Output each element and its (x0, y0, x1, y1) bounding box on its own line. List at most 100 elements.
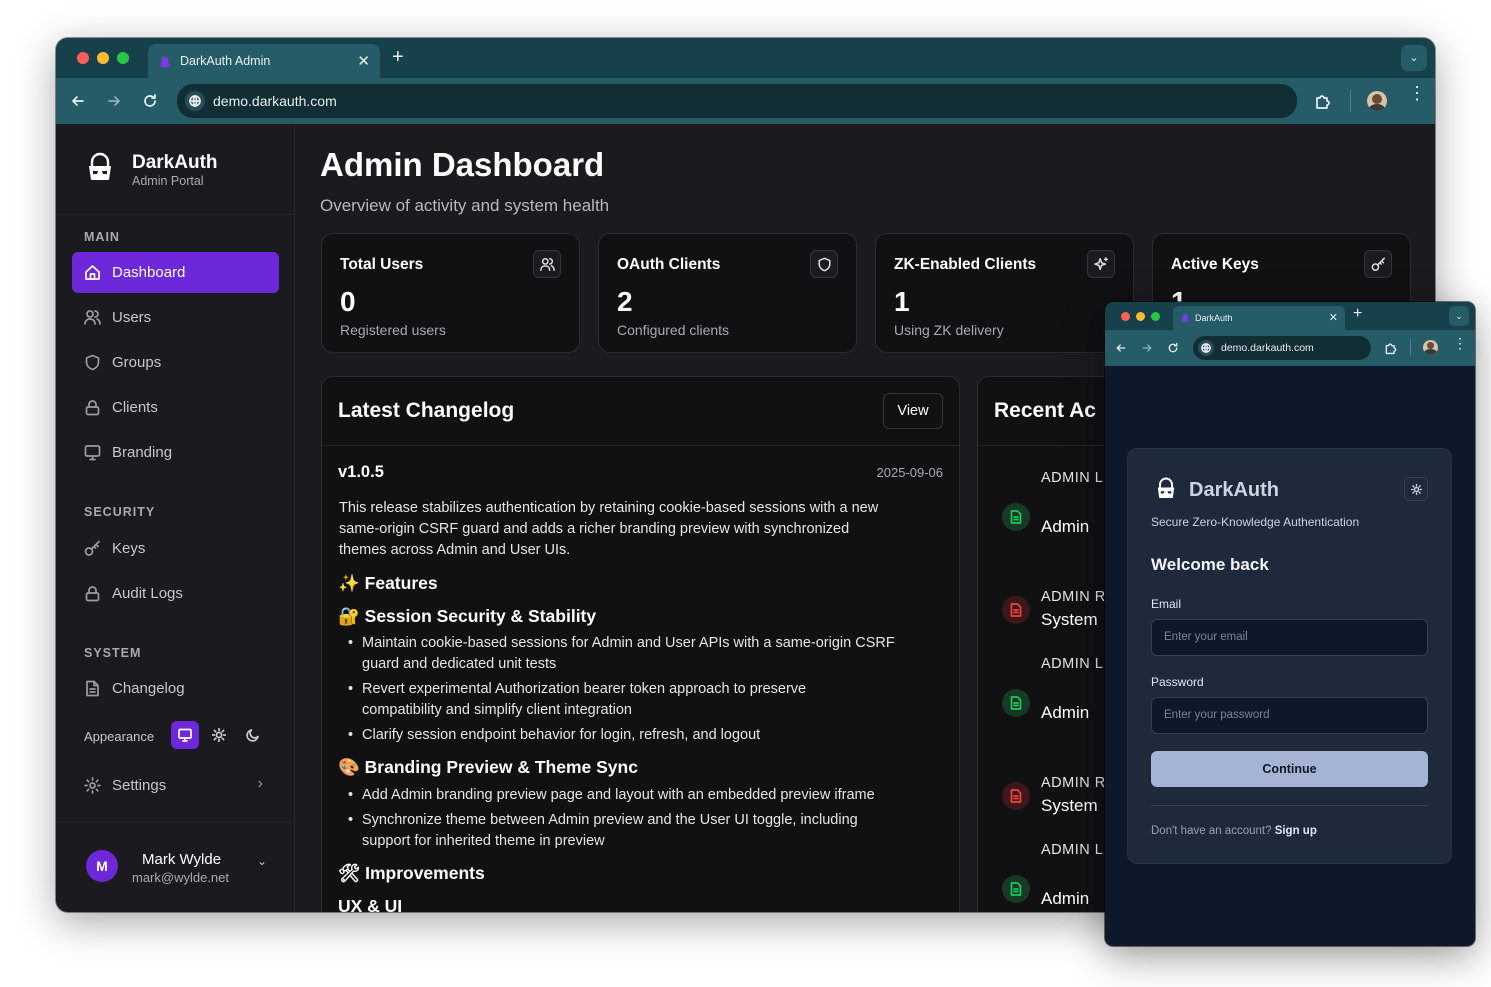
intro-line: same-origin CSRF guard and adds a richer… (339, 521, 850, 537)
stat-subtitle: Using ZK delivery (894, 322, 1004, 338)
stat-value: 2 (617, 286, 633, 317)
release-date: 2025-09-06 (876, 465, 944, 480)
sidebar-item-label: Branding (112, 444, 173, 461)
chevron-down-icon: ⌄ (256, 854, 267, 868)
back-arrow-icon[interactable] (1115, 342, 1127, 354)
darkauth-favicon-icon (1181, 314, 1189, 322)
lock-icon (85, 586, 100, 602)
features-heading: ✨ Features (338, 573, 438, 593)
password-label: Password (1151, 675, 1204, 689)
sidebar-item-branding[interactable]: Branding (72, 432, 279, 473)
toolbar-divider (1410, 339, 1411, 356)
new-tab-icon[interactable]: + (392, 46, 404, 69)
home-icon (85, 265, 100, 280)
continue-button[interactable]: Continue (1151, 751, 1428, 787)
sidebar-item-groups[interactable]: Groups (72, 342, 279, 383)
document-success-icon (1002, 689, 1030, 717)
shield-icon (810, 250, 838, 278)
sidebar-item-label: Clients (112, 399, 158, 416)
tab-search-chevron-icon[interactable]: ⌄ (1449, 306, 1469, 326)
minimize-window-dot[interactable] (1136, 312, 1145, 321)
url-text: demo.darkauth.com (1221, 342, 1314, 354)
sun-icon (1411, 484, 1422, 495)
sidebar-item-audit-logs[interactable]: Audit Logs (72, 573, 279, 614)
user-menu[interactable]: M Mark Wylde mark@wylde.net ⌄ (72, 840, 279, 890)
sidebar-item-label: Settings (112, 777, 167, 794)
forward-arrow-icon[interactable] (1141, 342, 1153, 354)
profile-avatar-icon[interactable] (1367, 91, 1387, 111)
activity-tag: ADMIN L (1041, 656, 1104, 672)
stat-value: 1 (894, 286, 910, 317)
sidebar-item-label: Audit Logs (112, 585, 183, 602)
forward-arrow-icon[interactable] (106, 93, 122, 109)
brand-subtitle: Admin Portal (132, 174, 204, 188)
url-text: demo.darkauth.com (213, 93, 337, 109)
intro-line: This release stabilizes authentication b… (339, 500, 879, 516)
activity-tag: ADMIN R (1041, 775, 1106, 791)
tab-close-icon[interactable]: ✕ (357, 52, 370, 70)
site-info-icon[interactable] (1198, 340, 1214, 356)
theme-toggle-button[interactable] (1404, 477, 1428, 501)
ux-heading: UX & UI (338, 896, 403, 912)
browser-tab[interactable]: DarkAuth ✕ (1173, 306, 1345, 330)
tab-strip: DarkAuth Admin ✕ + ⌄ (56, 38, 1435, 78)
version-label: v1.0.5 (338, 463, 384, 481)
theme-system-button[interactable] (171, 721, 199, 749)
moon-icon (246, 729, 259, 742)
activity-tag: ADMIN L (1041, 842, 1104, 858)
session-heading: 🔐 Session Security & Stability (338, 606, 597, 626)
sidebar-item-settings[interactable]: Settings › (72, 765, 279, 806)
sidebar-item-dashboard[interactable]: Dashboard (72, 252, 279, 293)
address-bar[interactable]: demo.darkauth.com (177, 84, 1297, 118)
brand-name: DarkAuth (132, 152, 218, 173)
activity-tag: ADMIN R (1041, 589, 1106, 605)
new-tab-icon[interactable]: + (1353, 305, 1362, 323)
sidebar-item-changelog[interactable]: Changelog (72, 668, 279, 709)
profile-avatar-icon[interactable] (1423, 340, 1438, 355)
monitor-icon (178, 728, 192, 742)
document-error-icon (1002, 782, 1030, 810)
maximize-window-dot[interactable] (117, 52, 129, 64)
section-title-system: SYSTEM (84, 646, 142, 660)
improvements-heading: 🛠 Improvements (338, 863, 485, 883)
close-window-dot[interactable] (77, 52, 89, 64)
appearance-label: Appearance (84, 729, 155, 744)
tab-search-chevron-icon[interactable]: ⌄ (1401, 45, 1427, 71)
extensions-puzzle-icon[interactable] (1314, 92, 1332, 110)
chevron-right-icon: › (257, 775, 263, 792)
extensions-puzzle-icon[interactable] (1384, 341, 1398, 355)
close-window-dot[interactable] (1121, 312, 1130, 321)
reload-icon[interactable] (1167, 342, 1179, 354)
page-subtitle: Overview of activity and system health (320, 196, 610, 215)
panel-divider (322, 445, 959, 446)
back-arrow-icon[interactable] (70, 93, 86, 109)
section-title-main: MAIN (84, 230, 120, 244)
site-info-icon[interactable] (185, 91, 205, 111)
password-field[interactable]: Enter your password (1151, 697, 1428, 734)
tab-close-icon[interactable]: ✕ (1329, 311, 1338, 324)
view-changelog-button[interactable]: View (883, 393, 943, 429)
reload-icon[interactable] (142, 93, 158, 109)
signup-prompt-text: Don't have an account? (1151, 825, 1272, 837)
browser-tab[interactable]: DarkAuth Admin ✕ (148, 44, 380, 78)
sidebar-item-keys[interactable]: Keys (72, 528, 279, 569)
toolbar-divider (1350, 90, 1351, 112)
theme-light-button[interactable] (205, 721, 233, 749)
more-menu-icon[interactable]: ⋮ (1408, 84, 1426, 102)
address-bar[interactable]: demo.darkauth.com (1193, 336, 1371, 360)
minimize-window-dot[interactable] (97, 52, 109, 64)
theme-dark-button[interactable] (239, 721, 267, 749)
signup-link[interactable]: Sign up (1275, 825, 1317, 837)
page-title: Admin Dashboard (320, 146, 605, 183)
signup-prompt: Don't have an account? Sign up (1151, 825, 1317, 837)
sidebar-item-label: Users (112, 309, 152, 326)
sidebar-item-users[interactable]: Users (72, 297, 279, 338)
maximize-window-dot[interactable] (1151, 312, 1160, 321)
key-icon (84, 540, 100, 556)
more-menu-icon[interactable]: ⋮ (1453, 336, 1467, 350)
avatar: M (86, 850, 118, 882)
sidebar-item-clients[interactable]: Clients (72, 387, 279, 428)
gear-icon (84, 777, 101, 794)
document-success-icon (1002, 503, 1030, 531)
email-field[interactable]: Enter your email (1151, 619, 1428, 656)
